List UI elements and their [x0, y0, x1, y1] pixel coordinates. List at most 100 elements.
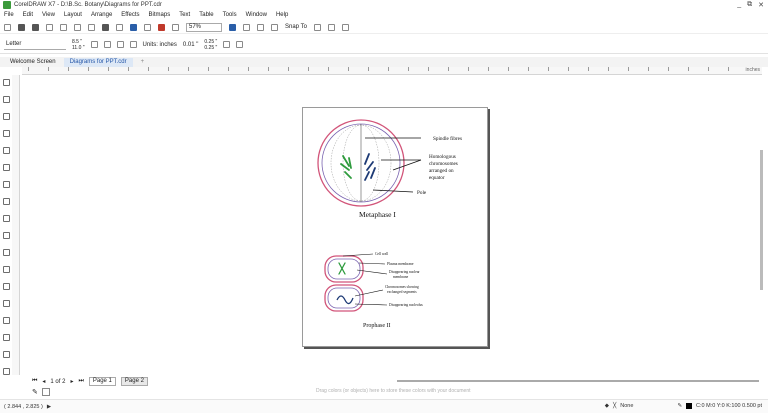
- portrait-icon[interactable]: [90, 41, 98, 48]
- menu-view[interactable]: View: [42, 12, 55, 18]
- eyedropper-icon[interactable]: ✎: [32, 388, 38, 396]
- shape-tool-icon[interactable]: [2, 96, 10, 103]
- paper-height-field[interactable]: 11.0 ": [72, 45, 85, 51]
- copy-icon[interactable]: [74, 23, 81, 31]
- ruler-tick: [488, 67, 489, 71]
- print-icon[interactable]: [46, 23, 53, 31]
- menu-table[interactable]: Table: [199, 12, 213, 18]
- rectangle-tool-icon[interactable]: [2, 181, 10, 188]
- snap-to-dropdown[interactable]: Snap To: [285, 24, 307, 30]
- label-membrane: membrane: [393, 275, 409, 279]
- menu-file[interactable]: File: [4, 12, 14, 18]
- welcome-icon[interactable]: [327, 23, 335, 31]
- app-launcher-icon[interactable]: [172, 23, 179, 31]
- menu-arrange[interactable]: Arrange: [91, 12, 112, 18]
- page-tab-1[interactable]: Page 1: [88, 377, 116, 386]
- first-page-button[interactable]: ⏮: [32, 378, 37, 385]
- paper-type-select[interactable]: Letter: [4, 40, 66, 50]
- ruler-tick: [248, 67, 249, 71]
- label-exchanged-segments: exchanged segments: [387, 290, 417, 294]
- tab-diagrams-for-ppt[interactable]: Diagrams for PPT.cdr: [63, 58, 133, 67]
- next-page-button[interactable]: ▸: [70, 378, 73, 385]
- zoom-tool-icon[interactable]: [2, 130, 10, 137]
- ruler-tick: [328, 67, 329, 71]
- horizontal-scrollbar[interactable]: [397, 380, 759, 382]
- vertical-scrollbar[interactable]: [760, 150, 763, 290]
- menu-help[interactable]: Help: [276, 12, 288, 18]
- fill-status[interactable]: None: [620, 403, 633, 409]
- menu-tools[interactable]: Tools: [223, 12, 237, 18]
- page-tab-2[interactable]: Page 2: [120, 377, 148, 386]
- artistic-media-tool-icon[interactable]: [2, 164, 10, 171]
- freehand-tool-icon[interactable]: [2, 147, 10, 154]
- menu-edit[interactable]: Edit: [23, 12, 33, 18]
- cut-icon[interactable]: [60, 23, 67, 31]
- prev-page-button[interactable]: ◂: [42, 378, 45, 385]
- import-icon[interactable]: [130, 23, 137, 31]
- ruler-tick: [728, 67, 729, 71]
- units-select[interactable]: Units: inches: [143, 42, 177, 48]
- page-options-icon[interactable]: [223, 41, 231, 48]
- transparency-tool-icon[interactable]: [2, 300, 10, 307]
- text-tool-icon[interactable]: [2, 232, 10, 239]
- menu-window[interactable]: Window: [246, 12, 267, 18]
- publish-pdf-icon[interactable]: [158, 23, 165, 31]
- all-pages-icon[interactable]: [116, 41, 124, 48]
- fill-indicator-icon[interactable]: ◆: [605, 403, 609, 409]
- interactive-fill-tool-icon[interactable]: [2, 334, 10, 341]
- coreldraw-app-icon: [3, 1, 11, 9]
- duplicate-y-field[interactable]: 0.25 ": [204, 45, 217, 51]
- export-icon[interactable]: [144, 23, 151, 31]
- ellipse-tool-icon[interactable]: [2, 198, 10, 205]
- menu-effects[interactable]: Effects: [121, 12, 139, 18]
- parallel-dimension-tool-icon[interactable]: [2, 249, 10, 256]
- vertical-ruler[interactable]: [12, 75, 20, 375]
- save-icon[interactable]: [32, 23, 39, 31]
- paper-dimensions: 8.5 " 11.0 ": [72, 39, 85, 51]
- undo-icon[interactable]: [102, 23, 109, 31]
- landscape-icon[interactable]: [103, 41, 111, 48]
- options-icon[interactable]: [313, 23, 321, 31]
- toolbar-options-icon[interactable]: [341, 23, 349, 31]
- restore-button[interactable]: ⧉: [747, 1, 752, 9]
- zoom-level-field[interactable]: 57%: [186, 22, 222, 32]
- no-color-swatch[interactable]: [41, 388, 50, 396]
- redo-icon[interactable]: [116, 23, 123, 31]
- status-play-icon[interactable]: ▶: [47, 404, 51, 410]
- menu-text[interactable]: Text: [179, 12, 190, 18]
- status-bar: ( 2.844 , 2.825 ) ▶ ◆ ╳ None ✎ C:0 M:0 Y…: [0, 399, 768, 413]
- new-tab-button[interactable]: +: [135, 58, 151, 67]
- polygon-tool-icon[interactable]: [2, 215, 10, 222]
- add-page-icon[interactable]: [236, 41, 244, 48]
- minimize-button[interactable]: _: [737, 1, 741, 9]
- nudge-distance-field[interactable]: 0.01 ": [183, 42, 198, 48]
- current-page-icon[interactable]: [129, 41, 137, 48]
- eyedropper-tool-icon[interactable]: [2, 317, 10, 324]
- open-icon[interactable]: [18, 23, 25, 31]
- last-page-button[interactable]: ⏭: [78, 378, 83, 385]
- full-screen-icon[interactable]: [229, 23, 236, 31]
- paste-icon[interactable]: [88, 23, 95, 31]
- document-page[interactable]: Spindle fibres Homologous chromosomes ar…: [302, 107, 488, 347]
- show-rulers-icon[interactable]: [243, 23, 250, 31]
- close-button[interactable]: ✕: [758, 1, 764, 9]
- smart-fill-tool-icon[interactable]: [2, 351, 10, 358]
- menu-layout[interactable]: Layout: [64, 12, 82, 18]
- menu-bitmaps[interactable]: Bitmaps: [149, 12, 171, 18]
- outline-status[interactable]: C:0 M:0 Y:0 K:100 0.500 pt: [696, 403, 762, 409]
- connector-tool-icon[interactable]: [2, 266, 10, 273]
- add-tool-icon[interactable]: [2, 368, 10, 375]
- crop-tool-icon[interactable]: [2, 113, 10, 120]
- tab-welcome-screen[interactable]: Welcome Screen: [4, 58, 62, 67]
- page-navigator: ⏮ ◂ 1 of 2 ▸ ⏭ Page 1 Page 2: [32, 377, 148, 386]
- outline-pen-icon[interactable]: ✎: [677, 403, 682, 409]
- drop-shadow-tool-icon[interactable]: [2, 283, 10, 290]
- pick-tool-icon[interactable]: [2, 79, 10, 86]
- outline-color-swatch[interactable]: [686, 403, 693, 409]
- ruler-units-label: inches: [745, 67, 760, 73]
- show-guidelines-icon[interactable]: [271, 23, 278, 31]
- horizontal-ruler[interactable]: inches: [22, 67, 762, 75]
- ruler-tick: [548, 67, 549, 71]
- show-grid-icon[interactable]: [257, 23, 264, 31]
- new-document-icon[interactable]: [4, 23, 11, 31]
